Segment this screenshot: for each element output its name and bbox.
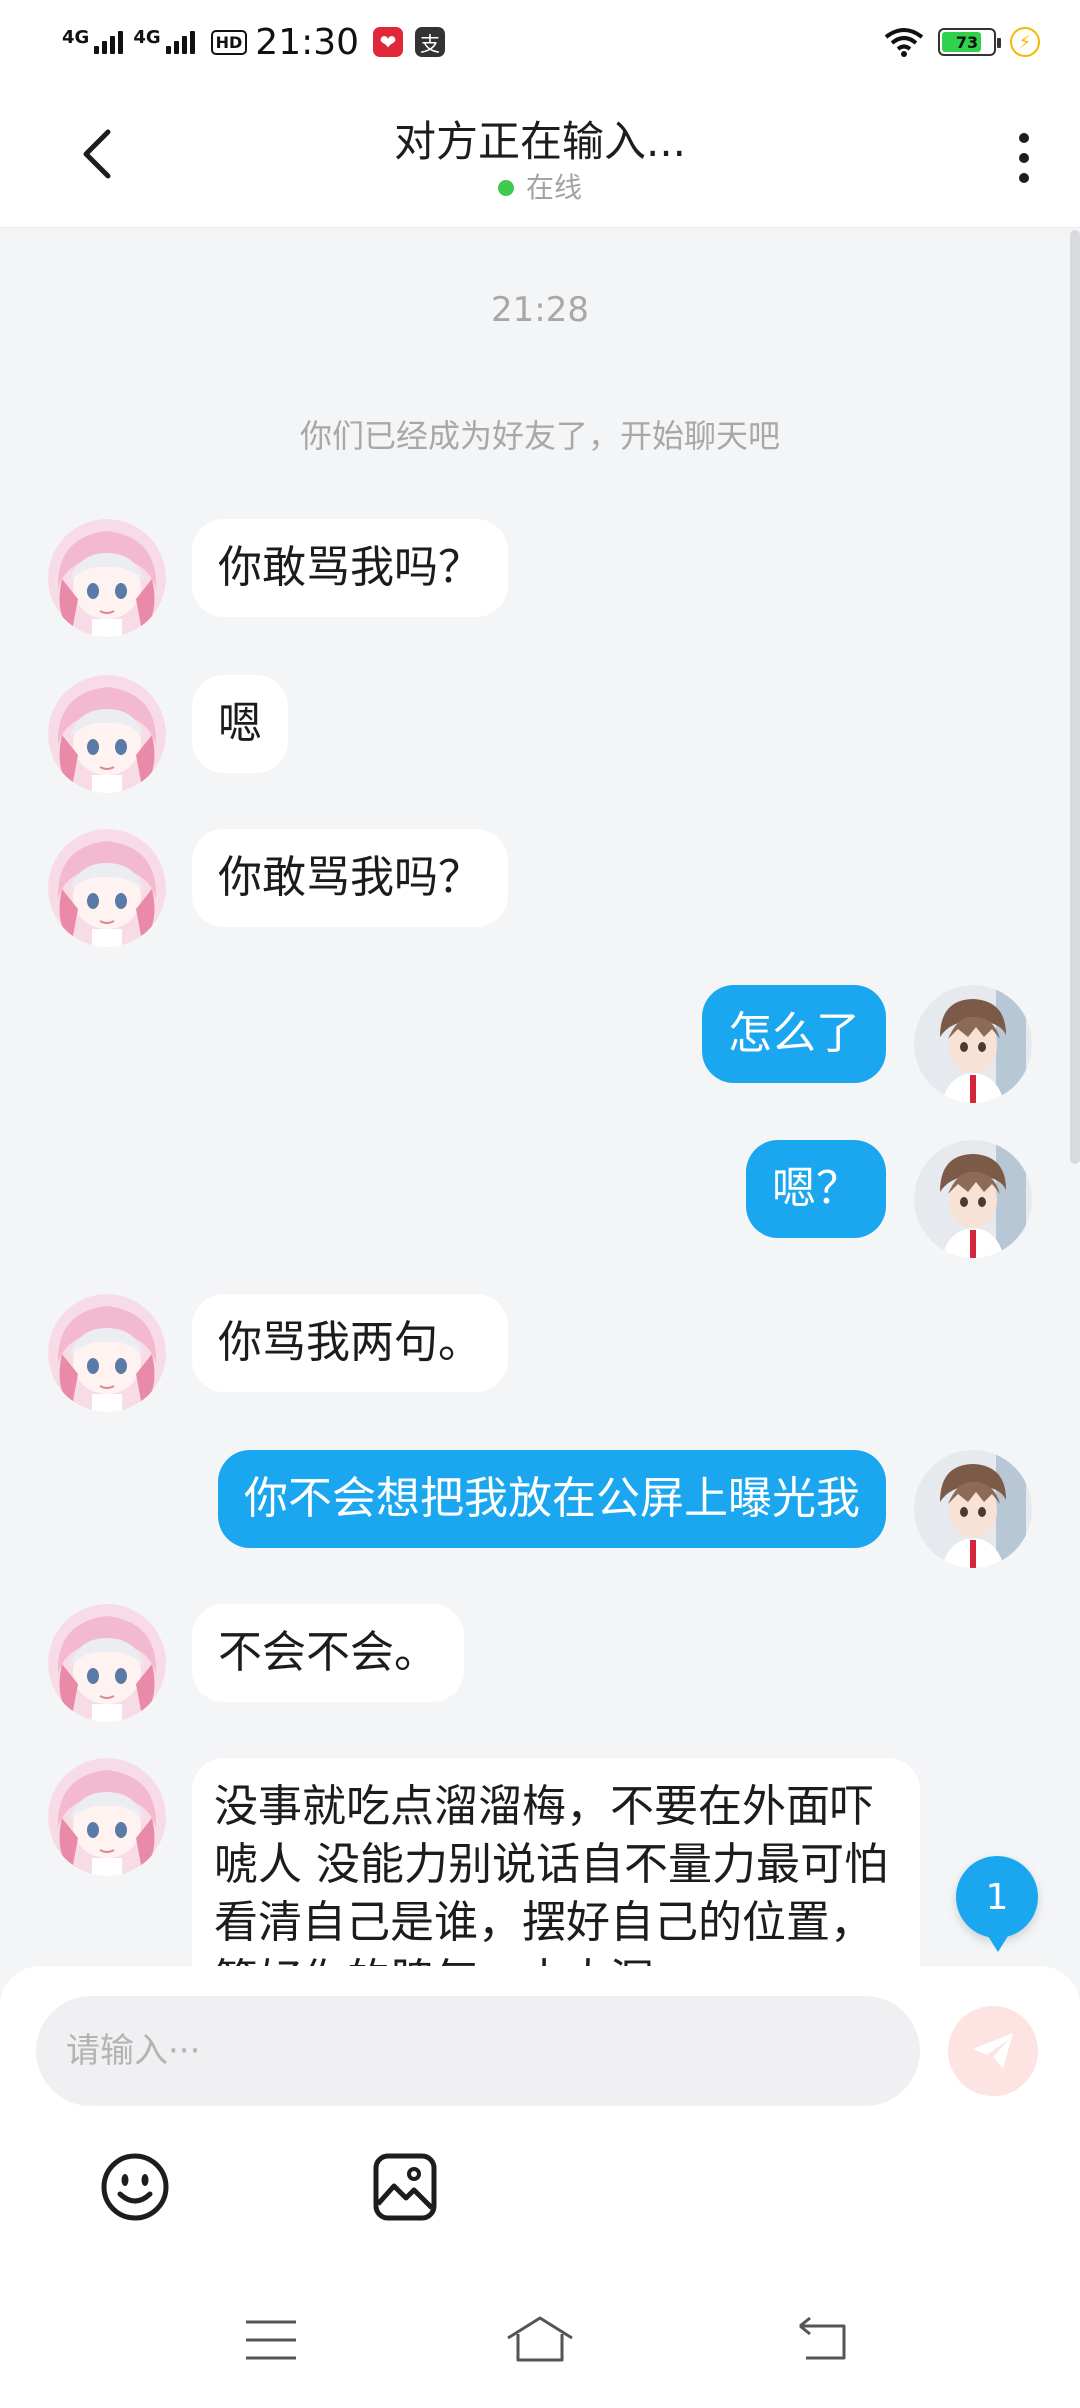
avatar-portrait [48, 1604, 166, 1722]
system-message: 你们已经成为好友了，开始聊天吧 [299, 417, 780, 455]
contact-avatar[interactable] [48, 1294, 166, 1412]
network-type: 4G [62, 26, 90, 48]
online-status-label: 在线 [525, 171, 582, 204]
message-bubble-outgoing[interactable]: 你不会想把我放在公屏上曝光我 [218, 1450, 886, 1548]
avatar-portrait [48, 1294, 166, 1412]
message-bubble-incoming[interactable]: 你骂我两句。 [192, 1294, 508, 1392]
clock: 21:30 [255, 21, 360, 63]
system-back-icon[interactable] [796, 2316, 850, 2362]
more-options-icon[interactable] [1012, 130, 1036, 186]
message-list[interactable]: 21:28 你们已经成为好友了，开始聊天吧 你敢骂我吗？ 嗯 你敢骂我吗？ 怎么… [0, 228, 1080, 1966]
message-bubble-incoming[interactable]: 嗯 [192, 675, 288, 773]
notification-app-icon-2: 支 [415, 27, 446, 57]
my-avatar[interactable] [914, 985, 1032, 1103]
recent-apps-icon[interactable] [244, 2318, 298, 2362]
battery-level: 73 [955, 32, 979, 52]
composer [0, 1966, 1080, 2266]
send-button[interactable] [948, 2006, 1038, 2096]
contact-avatar[interactable] [48, 829, 166, 947]
contact-avatar[interactable] [48, 675, 166, 793]
avatar-portrait [48, 1758, 166, 1876]
notification-app-icon: ❤ [373, 27, 404, 57]
hd-voice-icon: HD [210, 29, 248, 55]
message-input[interactable] [36, 1996, 920, 2106]
unread-count-badge[interactable]: 1 [956, 1856, 1038, 1952]
signal-icon-2: 4G [133, 27, 195, 54]
avatar-portrait [914, 985, 1032, 1103]
system-nav-bar [0, 2266, 1080, 2408]
send-icon [973, 2033, 1013, 2069]
message-bubble-outgoing[interactable]: 怎么了 [702, 985, 886, 1083]
message-bubble-incoming[interactable]: 你敢骂我吗？ [192, 829, 508, 927]
message-bubble-incoming[interactable]: 你敢骂我吗？ [192, 519, 508, 617]
battery-icon: 73 [938, 28, 1001, 56]
online-dot-icon [497, 180, 514, 196]
signal-icon: 4G [62, 27, 124, 54]
contact-avatar[interactable] [48, 1604, 166, 1722]
avatar-portrait [48, 675, 166, 793]
avatar-portrait [914, 1140, 1032, 1258]
message-timestamp: 21:28 [491, 290, 589, 330]
image-picker-icon[interactable] [372, 2152, 438, 2222]
my-avatar[interactable] [914, 1450, 1032, 1568]
my-avatar[interactable] [914, 1140, 1032, 1258]
message-bubble-outgoing[interactable]: 嗯？ [746, 1140, 886, 1238]
contact-avatar[interactable] [48, 1758, 166, 1876]
avatar-portrait [914, 1450, 1032, 1568]
avatar-portrait [48, 519, 166, 637]
wifi-icon [884, 28, 924, 57]
message-bubble-incoming[interactable]: 没事就吃点溜溜梅，不要在外面吓唬人 没能力别说话自不量力最可怕看清自己是谁，摆好… [192, 1758, 920, 1966]
emoji-icon[interactable] [100, 2152, 170, 2222]
chat-screen: 4G 4G HD 21:30 ❤ 支 73 ⚡ 对方正在输入... 在线 21:… [0, 0, 1080, 2408]
chat-header: 对方正在输入... 在线 [0, 84, 1080, 228]
page-title: 对方正在输入... [393, 117, 687, 166]
charging-icon: ⚡ [1010, 27, 1040, 57]
contact-avatar[interactable] [48, 519, 166, 637]
scrollbar[interactable] [1070, 230, 1080, 1164]
network-type-2: 4G [133, 26, 161, 48]
online-status: 在线 [0, 166, 1080, 206]
avatar-portrait [48, 829, 166, 947]
message-bubble-incoming[interactable]: 不会不会。 [192, 1604, 464, 1702]
status-bar: 4G 4G HD 21:30 ❤ 支 73 ⚡ [0, 0, 1080, 84]
home-icon[interactable] [504, 2314, 576, 2364]
